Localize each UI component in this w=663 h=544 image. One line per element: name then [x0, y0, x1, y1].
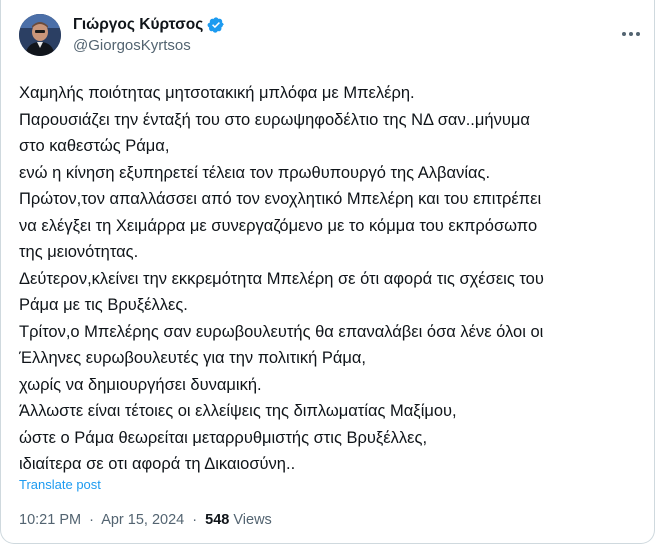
views-label: Views	[233, 512, 272, 528]
views-count: 548	[205, 512, 230, 528]
tweet-date[interactable]: Apr 15, 2024	[101, 512, 184, 528]
verified-badge-icon[interactable]	[207, 16, 225, 34]
tweet-line: Δεύτερον,κλείνει την εκκρεμότητα Μπελέρη…	[19, 269, 544, 288]
tweet-card: Γιώργος Κύρτσος @GiorgosKyrtsos Χαμηλής …	[0, 0, 655, 544]
tweet-line: να ελέγξει τη Χειμάρρα με συνεργαζόμενο …	[19, 216, 538, 235]
tweet-line: ιδιαίτερα σε οτι αφορά τη Δικαιοσύνη..	[19, 455, 296, 473]
tweet-line: ενώ η κίνηση εξυπηρετεί τέλεια τον πρωθυ…	[19, 163, 491, 182]
tweet-text: Χαμηλής ποιότητας μητσοτακική μπλόφα με …	[19, 80, 639, 478]
tweet-meta: 10:21 PM · Apr 15, 2024 · 548 Views	[19, 512, 272, 528]
tweet-line: Άλλωστε είναι τέτοιες οι ελλείψεις της δ…	[19, 402, 457, 420]
meta-separator: ·	[89, 512, 94, 528]
avatar-image	[19, 14, 61, 56]
tweet-header: Γιώργος Κύρτσος @GiorgosKyrtsos	[19, 8, 654, 68]
translate-post-link[interactable]: Translate post	[19, 477, 101, 492]
tweet-line: της μειονότητας.	[19, 243, 139, 261]
tweet-line: ώστε ο Ράμα θεωρείται μεταρρυθμιστής στι…	[19, 428, 428, 447]
meta-separator: ·	[192, 512, 198, 528]
tweet-line: Χαμηλής ποιότητας μητσοτακική μπλόφα με …	[19, 84, 415, 102]
more-options-icon[interactable]	[616, 24, 646, 44]
tweet-line: Παρουσιάζει την ένταξή του στο ευρωψηφοδ…	[19, 110, 530, 129]
author-block: Γιώργος Κύρτσος @GiorgosKyrtsos	[73, 16, 225, 54]
author-name[interactable]: Γιώργος Κύρτσος	[73, 16, 203, 34]
tweet-line: Πρώτον,τον απαλλάσσει από τον ενοχλητικό…	[19, 190, 542, 208]
tweet-time[interactable]: 10:21 PM	[19, 512, 81, 528]
name-row: Γιώργος Κύρτσος	[73, 16, 225, 34]
tweet-line: χωρίς να δημιουργήσει δυναμική.	[19, 375, 262, 394]
tweet-line: Τρίτον,ο Μπελέρης σαν ευρωβουλευτής θα ε…	[19, 322, 544, 341]
avatar[interactable]	[19, 14, 61, 56]
tweet-line: Ράμα με τις Βρυξέλλες.	[19, 296, 188, 314]
tweet-line: Έλληνες ευρωβουλευτές για την πολιτική Ρ…	[19, 349, 366, 367]
author-handle[interactable]: @GiorgosKyrtsos	[73, 37, 225, 54]
tweet-line: στο καθεστώς Ράμα,	[19, 137, 170, 155]
